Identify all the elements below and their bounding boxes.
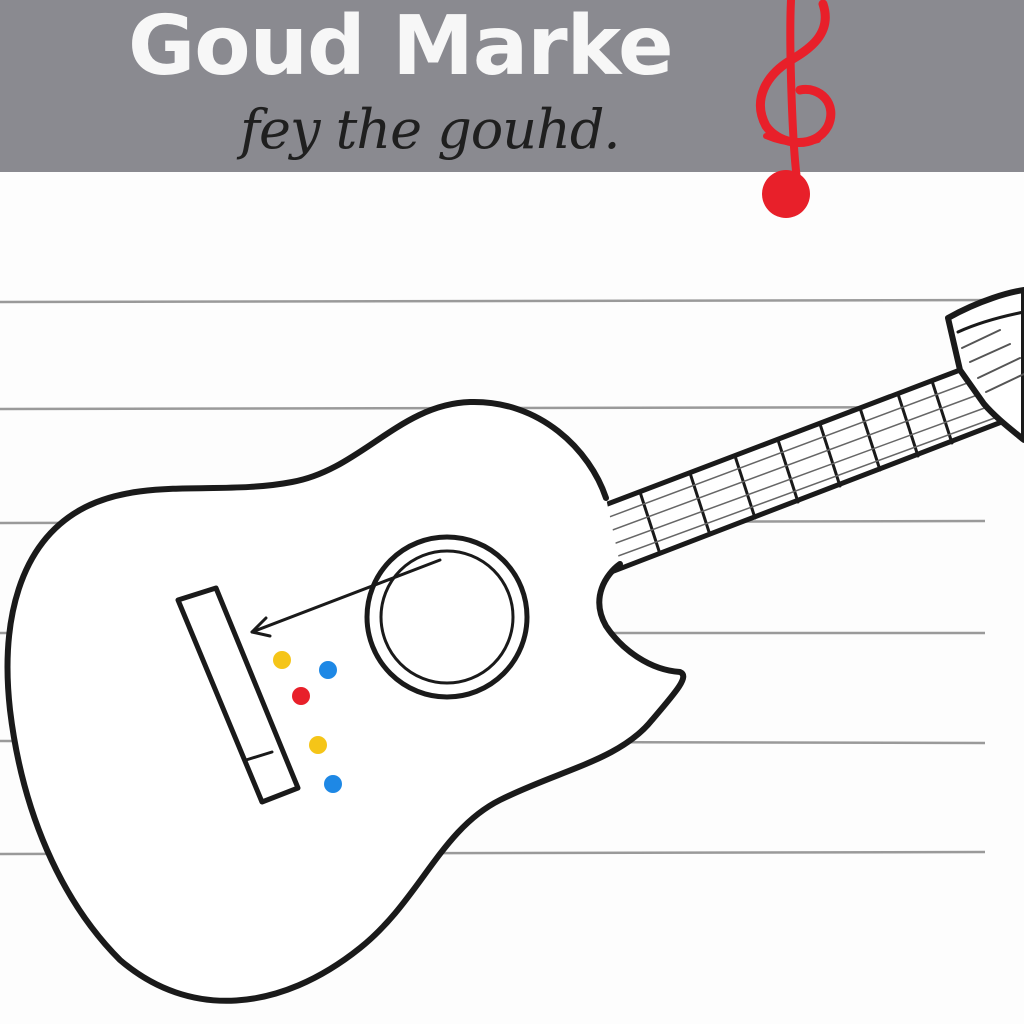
sound-hole — [364, 534, 530, 700]
blue-dot — [324, 775, 342, 793]
yellow-dot — [309, 736, 327, 754]
illustration — [0, 0, 1024, 1004]
yellow-dot — [273, 651, 291, 669]
staff-line — [0, 298, 1024, 304]
acoustic-guitar-icon — [4, 398, 687, 1004]
treble-clef-icon — [756, 0, 836, 218]
poster: Goud Marke fey the gouhd. — [0, 0, 1024, 1024]
blue-dot — [319, 661, 337, 679]
red-dot — [292, 687, 310, 705]
